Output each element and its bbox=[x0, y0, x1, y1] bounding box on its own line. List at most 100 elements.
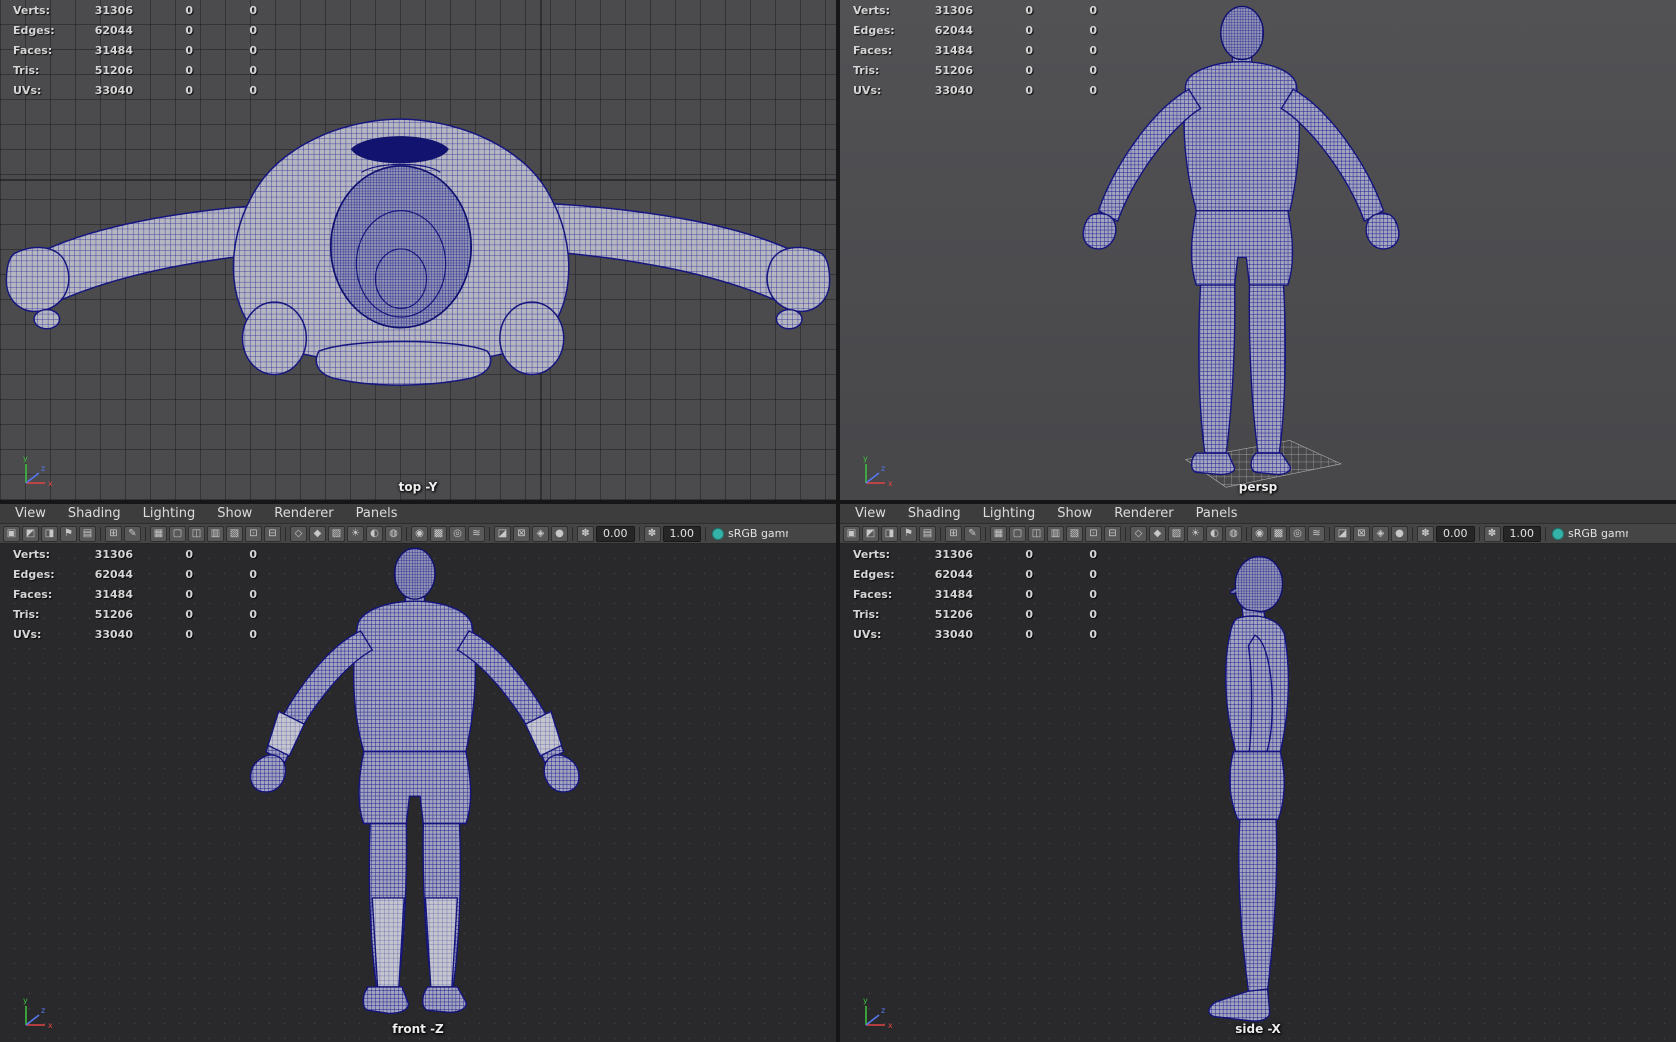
gate-mask-icon[interactable]: ▥ bbox=[207, 525, 224, 542]
stat-col2: 0 bbox=[185, 64, 193, 77]
exposure-icon[interactable]: ✽ bbox=[577, 525, 594, 542]
anti-aliasing-icon[interactable]: ▩ bbox=[430, 525, 447, 542]
hardware-fog-icon[interactable]: ≋ bbox=[468, 525, 485, 542]
menu-shading[interactable]: Shading bbox=[57, 504, 132, 523]
view-transform-select[interactable]: sRGB gamm bbox=[710, 526, 788, 542]
viewport-label-top: top -Y bbox=[398, 480, 438, 494]
select-camera-icon[interactable]: ▣ bbox=[3, 525, 20, 542]
resolution-gate-icon[interactable]: ◫ bbox=[1028, 525, 1045, 542]
stat-value: 62044 bbox=[934, 568, 973, 581]
stat-value: 51206 bbox=[94, 64, 133, 77]
menu-show[interactable]: Show bbox=[206, 504, 263, 523]
gamma-field[interactable]: 1.00 bbox=[662, 525, 701, 542]
stat-col3: 0 bbox=[1089, 588, 1097, 601]
bookmark-icon[interactable]: ⚑ bbox=[900, 525, 917, 542]
menu-view[interactable]: View bbox=[4, 504, 57, 523]
field-chart-icon[interactable]: ▧ bbox=[226, 525, 243, 542]
stat-value: 31306 bbox=[94, 4, 133, 17]
bookmark-icon[interactable]: ⚑ bbox=[60, 525, 77, 542]
two-d-pan-zoom-icon[interactable]: ⊞ bbox=[105, 525, 122, 542]
stat-col2: 0 bbox=[1025, 548, 1033, 561]
safe-title-icon[interactable]: ⊟ bbox=[264, 525, 281, 542]
gamma-icon[interactable]: ✽ bbox=[1483, 525, 1501, 542]
shadows-icon[interactable]: ◐ bbox=[1206, 525, 1223, 542]
screen-space-ao-icon[interactable]: ◍ bbox=[1225, 525, 1242, 542]
camera-attributes-icon[interactable]: ◨ bbox=[41, 525, 58, 542]
stat-label: Verts: bbox=[853, 548, 891, 561]
stat-label: Tris: bbox=[13, 608, 40, 621]
menu-panels[interactable]: Panels bbox=[345, 504, 409, 523]
view-transform-label: sRGB gamm bbox=[728, 527, 788, 540]
two-d-pan-zoom-icon[interactable]: ⊞ bbox=[945, 525, 962, 542]
menu-view[interactable]: View bbox=[844, 504, 897, 523]
exposure-field[interactable]: 0.00 bbox=[596, 525, 635, 542]
gamma-field[interactable]: 1.00 bbox=[1502, 525, 1541, 542]
isolate-select-icon[interactable]: ◪ bbox=[494, 525, 511, 542]
hardware-fog-icon[interactable]: ≋ bbox=[1308, 525, 1325, 542]
stat-col2: 0 bbox=[185, 548, 193, 561]
motion-blur-icon[interactable]: ◉ bbox=[1251, 525, 1268, 542]
default-material-icon[interactable]: ● bbox=[551, 525, 568, 542]
screen-space-ao-icon[interactable]: ◍ bbox=[385, 525, 402, 542]
grid-icon[interactable]: ▦ bbox=[990, 525, 1007, 542]
xray-icon[interactable]: ⊠ bbox=[1353, 525, 1370, 542]
film-gate-icon[interactable]: ▢ bbox=[1009, 525, 1026, 542]
use-all-lights-icon[interactable]: ☀ bbox=[347, 525, 364, 542]
stat-value: 31484 bbox=[934, 44, 973, 57]
viewport-persp[interactable]: Verts: 31306 0 0 Edges: 62044 0 0 Faces:… bbox=[840, 0, 1676, 500]
use-all-lights-icon[interactable]: ☀ bbox=[1187, 525, 1204, 542]
image-plane-icon[interactable]: ▤ bbox=[919, 525, 936, 542]
exposure-field[interactable]: 0.00 bbox=[1436, 525, 1475, 542]
viewport-front[interactable]: Verts: 31306 0 0 Edges: 62044 0 0 Faces:… bbox=[0, 544, 836, 1042]
shaded-icon[interactable]: ◆ bbox=[1149, 525, 1166, 542]
anti-aliasing-icon[interactable]: ▩ bbox=[1270, 525, 1287, 542]
safe-action-icon[interactable]: ⊡ bbox=[245, 525, 262, 542]
image-plane-icon[interactable]: ▤ bbox=[79, 525, 96, 542]
stat-col3: 0 bbox=[249, 588, 257, 601]
menu-renderer[interactable]: Renderer bbox=[1103, 504, 1184, 523]
shadows-icon[interactable]: ◐ bbox=[366, 525, 383, 542]
field-chart-icon[interactable]: ▧ bbox=[1066, 525, 1083, 542]
gate-mask-icon[interactable]: ▥ bbox=[1047, 525, 1064, 542]
lock-camera-icon[interactable]: ◩ bbox=[862, 525, 879, 542]
viewport-side[interactable]: Verts: 31306 0 0 Edges: 62044 0 0 Faces:… bbox=[840, 544, 1676, 1042]
toolbar-separator bbox=[1478, 526, 1480, 541]
shaded-icon[interactable]: ◆ bbox=[309, 525, 326, 542]
depth-of-field-icon[interactable]: ◎ bbox=[1289, 525, 1306, 542]
stat-col3: 0 bbox=[249, 4, 257, 17]
grid-icon[interactable]: ▦ bbox=[150, 525, 167, 542]
depth-of-field-icon[interactable]: ◎ bbox=[449, 525, 466, 542]
view-transform-select[interactable]: sRGB gamm bbox=[1550, 526, 1628, 542]
grease-pencil-icon[interactable]: ✎ bbox=[124, 525, 141, 542]
xray-icon[interactable]: ⊠ bbox=[513, 525, 530, 542]
axis-z-label: z bbox=[41, 464, 45, 473]
default-material-icon[interactable]: ● bbox=[1391, 525, 1408, 542]
textured-icon[interactable]: ▨ bbox=[328, 525, 345, 542]
exposure-icon[interactable]: ✽ bbox=[1417, 525, 1434, 542]
gamma-icon[interactable]: ✽ bbox=[643, 525, 661, 542]
viewport-top[interactable]: Verts: 31306 0 0 Edges: 62044 0 0 Faces:… bbox=[0, 0, 836, 500]
grease-pencil-icon[interactable]: ✎ bbox=[964, 525, 981, 542]
camera-attributes-icon[interactable]: ◨ bbox=[881, 525, 898, 542]
menu-panels[interactable]: Panels bbox=[1185, 504, 1249, 523]
textured-icon[interactable]: ▨ bbox=[1168, 525, 1185, 542]
safe-action-icon[interactable]: ⊡ bbox=[1085, 525, 1102, 542]
menu-shading[interactable]: Shading bbox=[897, 504, 972, 523]
wireframe-icon[interactable]: ◇ bbox=[1130, 525, 1147, 542]
lock-camera-icon[interactable]: ◩ bbox=[22, 525, 39, 542]
menu-lighting[interactable]: Lighting bbox=[972, 504, 1047, 523]
wireframe-icon[interactable]: ◇ bbox=[290, 525, 307, 542]
wireframe-on-shaded-icon[interactable]: ◈ bbox=[1372, 525, 1389, 542]
menu-lighting[interactable]: Lighting bbox=[132, 504, 207, 523]
select-camera-icon[interactable]: ▣ bbox=[843, 525, 860, 542]
toolbar-separator bbox=[1125, 526, 1126, 541]
resolution-gate-icon[interactable]: ◫ bbox=[188, 525, 205, 542]
menu-renderer[interactable]: Renderer bbox=[263, 504, 344, 523]
film-gate-icon[interactable]: ▢ bbox=[169, 525, 186, 542]
isolate-select-icon[interactable]: ◪ bbox=[1334, 525, 1351, 542]
safe-title-icon[interactable]: ⊟ bbox=[1104, 525, 1121, 542]
stat-col2: 0 bbox=[1025, 44, 1033, 57]
menu-show[interactable]: Show bbox=[1046, 504, 1103, 523]
motion-blur-icon[interactable]: ◉ bbox=[411, 525, 428, 542]
wireframe-on-shaded-icon[interactable]: ◈ bbox=[532, 525, 549, 542]
